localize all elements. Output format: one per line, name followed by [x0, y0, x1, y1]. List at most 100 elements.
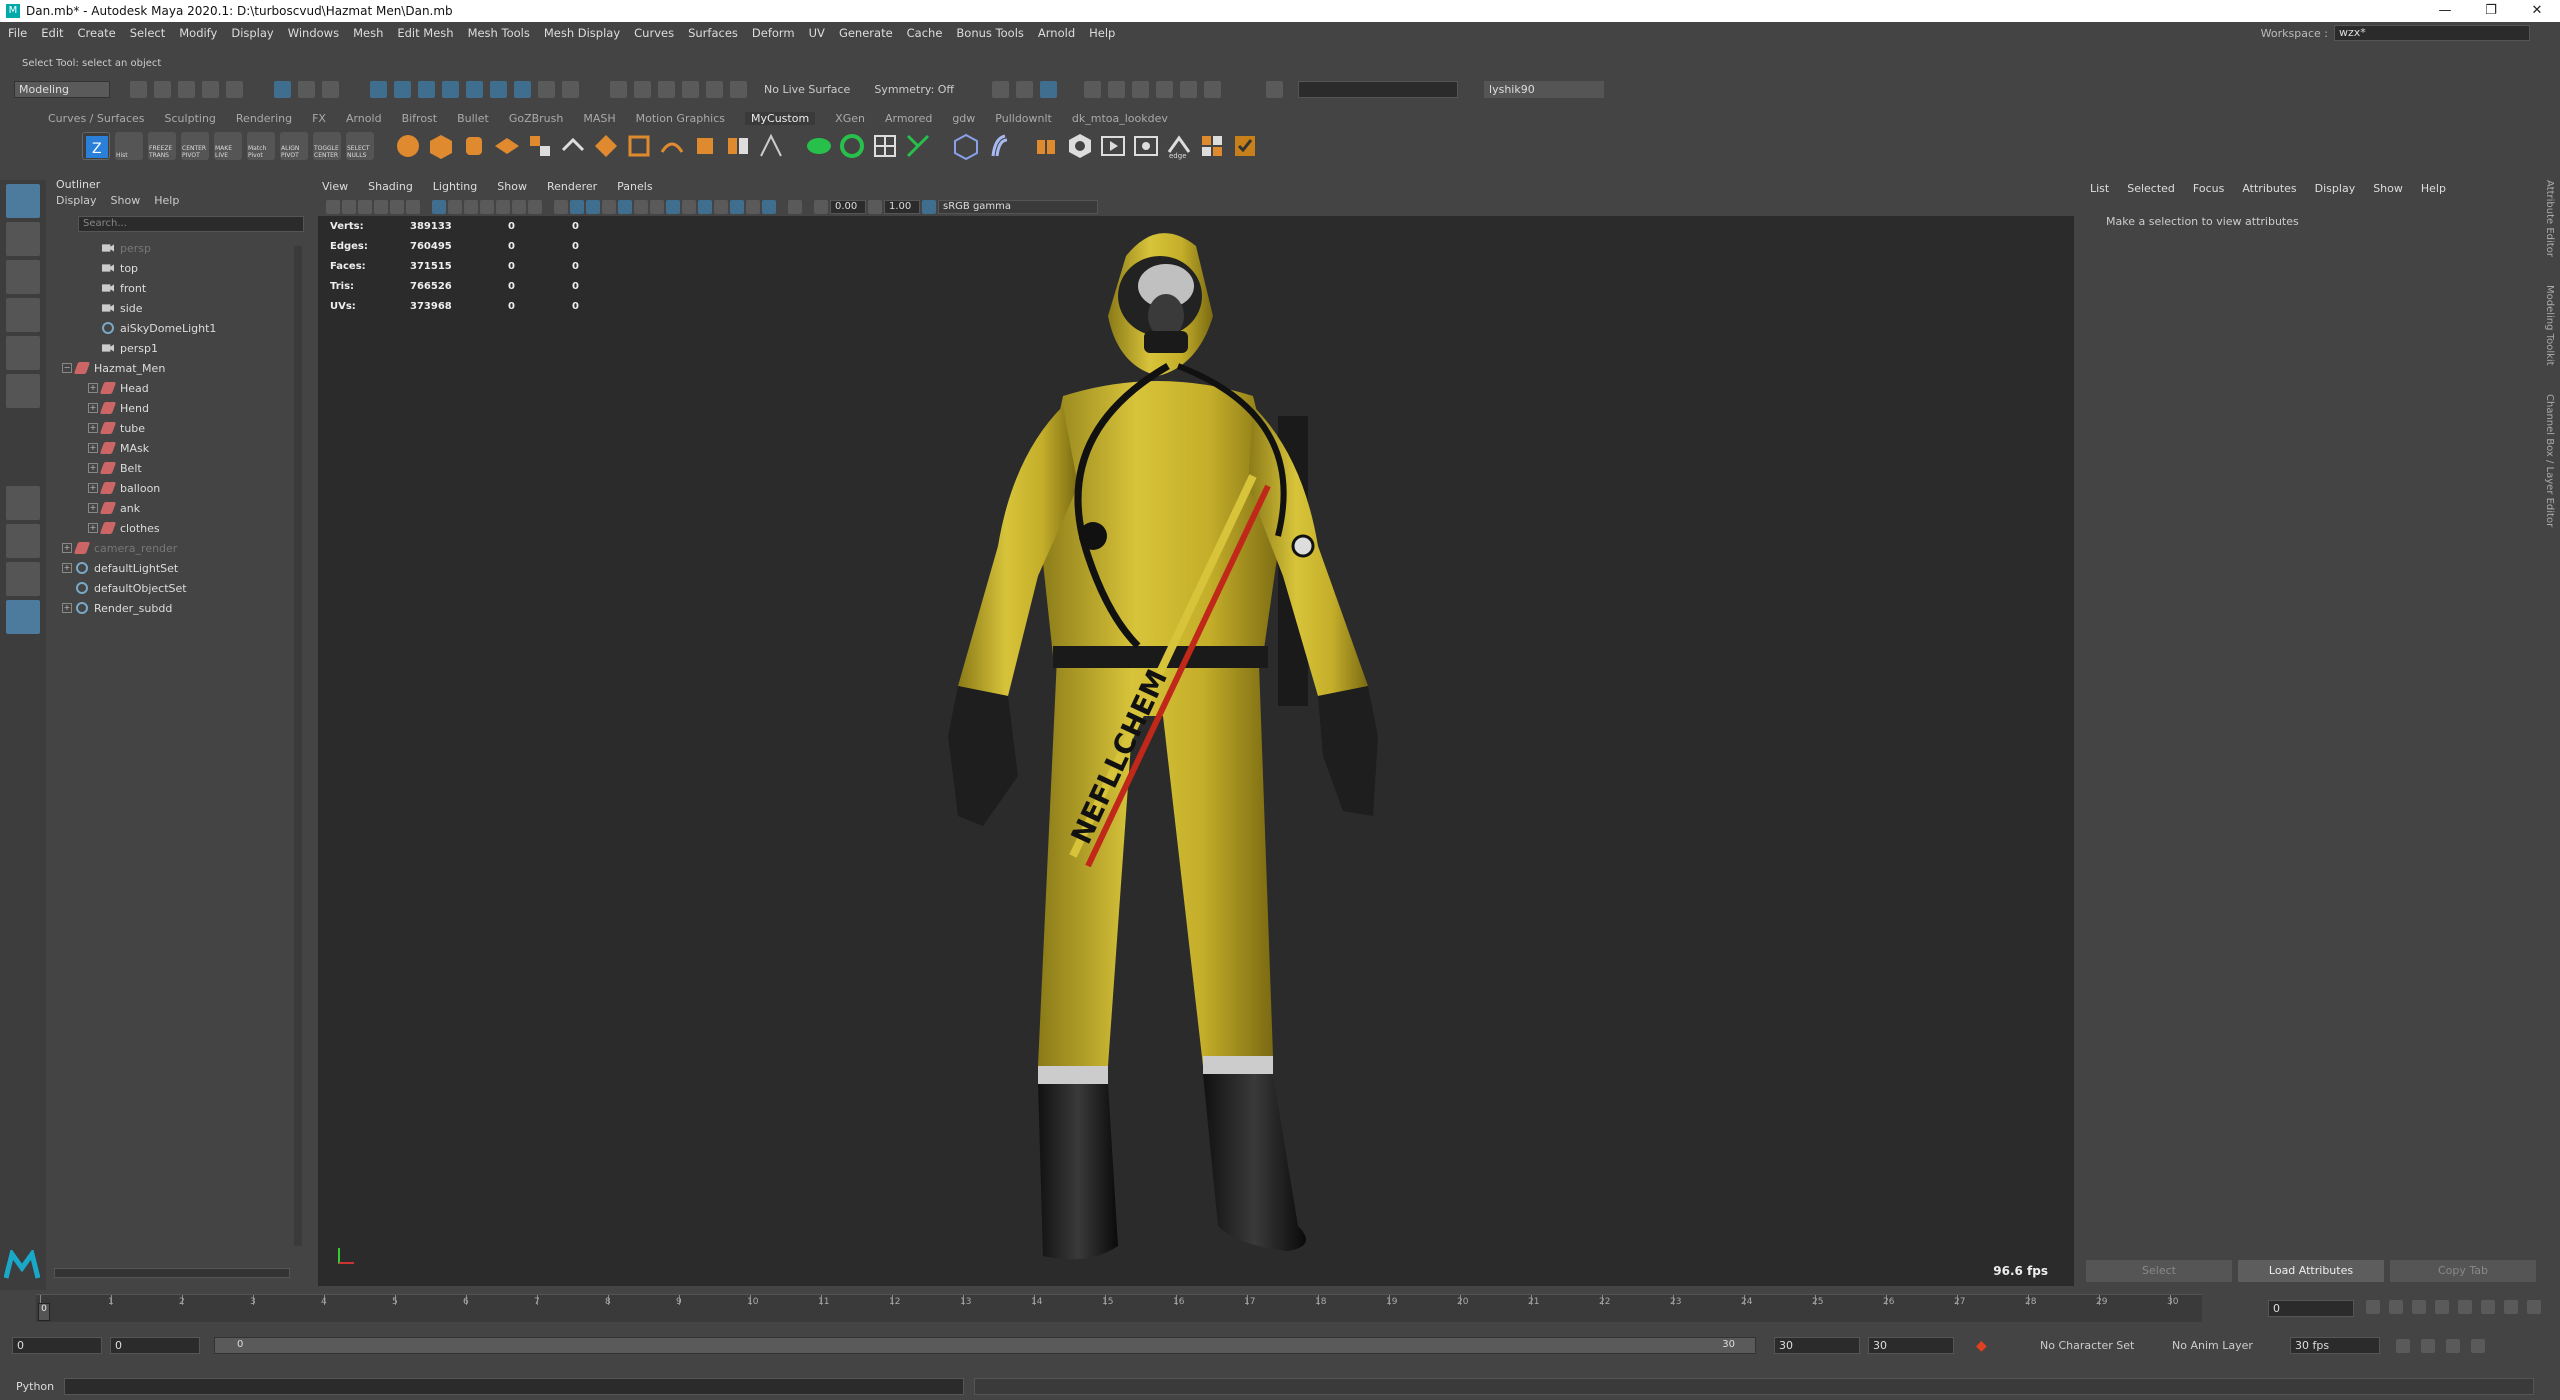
mask-rendering-icon[interactable] — [514, 80, 531, 98]
attr-menu-selected[interactable]: Selected — [2127, 182, 2175, 195]
mask-dynamics-icon[interactable] — [490, 80, 507, 98]
save-scene-icon[interactable] — [178, 80, 195, 98]
menu-mesh-display[interactable]: Mesh Display — [544, 26, 620, 40]
outliner-item[interactable]: persp — [48, 238, 308, 258]
shelf-tab-mycustom[interactable]: MyCustom — [745, 111, 816, 125]
playback-end-field[interactable]: 30 — [1774, 1337, 1860, 1354]
hair-tool-icon[interactable] — [985, 132, 1013, 160]
fill-hole-icon[interactable] — [691, 132, 719, 160]
move-tool-icon[interactable] — [6, 298, 40, 332]
menu-help[interactable]: Help — [1089, 26, 1115, 40]
outliner-item[interactable]: + Head — [48, 378, 308, 398]
camera-eye-icon[interactable] — [1132, 132, 1160, 160]
select-by-hierarchy-icon[interactable] — [274, 80, 291, 98]
sound-icon[interactable] — [2446, 1339, 2460, 1353]
viewport-menu-view[interactable]: View — [322, 180, 348, 193]
outliner-item[interactable]: persp1 — [48, 338, 308, 358]
viewport-menu-renderer[interactable]: Renderer — [547, 180, 597, 193]
exposure-field[interactable]: 0.00 — [830, 199, 866, 214]
go-to-start-icon[interactable] — [2366, 1300, 2380, 1314]
load-attributes-button[interactable]: Load Attributes — [2238, 1260, 2384, 1282]
expand-toggle-icon[interactable]: + — [62, 543, 72, 553]
highlight-selection-icon[interactable] — [562, 80, 579, 98]
snap-vertex-icon[interactable] — [730, 80, 747, 98]
exposure-icon[interactable] — [814, 199, 828, 214]
close-button[interactable]: ✕ — [2514, 0, 2560, 22]
uv-layout-icon[interactable] — [838, 132, 866, 160]
fps-dropdown[interactable]: 30 fps — [2290, 1337, 2380, 1354]
command-input[interactable] — [64, 1377, 964, 1395]
user-account-dropdown[interactable]: lyshik90 — [1484, 80, 1605, 98]
uv-editor-icon[interactable] — [805, 132, 833, 160]
wireframe-on-shaded-icon[interactable] — [602, 199, 616, 214]
separate-icon[interactable] — [559, 132, 587, 160]
sidebar-toggle-icon[interactable] — [1266, 80, 1284, 98]
toggle-center-button[interactable]: TOGGLE CENTER — [313, 132, 341, 160]
use-lights-icon[interactable] — [634, 199, 648, 214]
attr-menu-focus[interactable]: Focus — [2193, 182, 2224, 195]
outliner-item[interactable]: front — [48, 278, 308, 298]
zbrush-goz-icon[interactable]: Z — [82, 132, 110, 160]
expand-toggle-icon[interactable]: + — [62, 563, 72, 573]
menu-modify[interactable]: Modify — [179, 26, 217, 40]
menu-deform[interactable]: Deform — [752, 26, 795, 40]
attr-menu-display[interactable]: Display — [2315, 182, 2356, 195]
shadows-icon[interactable] — [650, 199, 664, 214]
outliner-menu-show[interactable]: Show — [111, 194, 141, 212]
shelf-tab-pulldownlt[interactable]: Pulldownlt — [995, 112, 1052, 125]
grid-settings-icon[interactable] — [1198, 132, 1226, 160]
attr-menu-list[interactable]: List — [2090, 182, 2109, 195]
outliner-item[interactable]: top — [48, 258, 308, 278]
snap-curve-icon[interactable] — [634, 80, 651, 98]
redo-icon[interactable] — [226, 80, 243, 98]
match-pivot-button[interactable]: Match Pivot — [247, 132, 275, 160]
menu-create[interactable]: Create — [78, 26, 116, 40]
screen-space-ao-icon[interactable] — [666, 199, 680, 214]
outliner-item[interactable]: + MAsk — [48, 438, 308, 458]
outliner-item[interactable]: − Hazmat_Men — [48, 358, 308, 378]
tab-modeling-toolkit[interactable]: Modeling Toolkit — [2544, 285, 2555, 366]
edge-tool-icon[interactable]: edge — [1165, 132, 1193, 160]
copy-tab-button[interactable]: Copy Tab — [2390, 1260, 2536, 1282]
shelf-tab-sculpting[interactable]: Sculpting — [165, 112, 216, 125]
outliner-item[interactable]: + ank — [48, 498, 308, 518]
workspace-selector[interactable]: Workspace : wzx* — [2261, 25, 2530, 41]
hypershade-icon[interactable] — [1156, 80, 1174, 98]
shelf-tab-armored[interactable]: Armored — [885, 112, 932, 125]
menu-cache[interactable]: Cache — [907, 26, 943, 40]
grid-toggle-icon[interactable] — [432, 199, 446, 214]
depth-of-field-icon[interactable] — [714, 199, 728, 214]
safe-title-icon[interactable] — [528, 199, 542, 214]
combine-icon[interactable] — [526, 132, 554, 160]
shelf-tab-gozbrush[interactable]: GoZBrush — [509, 112, 564, 125]
viewport-menu-panels[interactable]: Panels — [617, 180, 652, 193]
play-backwards-icon[interactable] — [2435, 1300, 2449, 1314]
select-by-object-icon[interactable] — [298, 80, 315, 98]
expand-toggle-icon[interactable]: + — [88, 463, 98, 473]
poly-cube-icon[interactable] — [427, 132, 455, 160]
select-by-component-icon[interactable] — [322, 80, 339, 98]
menu-edit-mesh[interactable]: Edit Mesh — [397, 26, 453, 40]
outliner-menu-display[interactable]: Display — [56, 194, 97, 212]
film-gate-icon[interactable] — [448, 199, 462, 214]
gamma-icon[interactable] — [868, 199, 882, 214]
image-plane-icon[interactable] — [374, 199, 388, 214]
uv-cut-icon[interactable] — [904, 132, 932, 160]
center-pivot-button[interactable]: CENTER PIVOT — [181, 132, 209, 160]
animation-start-field[interactable]: 0 — [12, 1337, 102, 1354]
smooth-icon[interactable] — [757, 132, 785, 160]
character-set-dropdown[interactable]: No Character Set — [2040, 1339, 2134, 1352]
workspace-dropdown[interactable]: wzx* — [2334, 25, 2530, 41]
make-live-button[interactable]: MAKE LIVE — [214, 132, 242, 160]
lock-selection-icon[interactable] — [538, 80, 555, 98]
shelf-tab-xgen[interactable]: XGen — [835, 112, 865, 125]
tab-attribute-editor[interactable]: Attribute Editor — [2544, 180, 2555, 257]
menu-select[interactable]: Select — [130, 26, 165, 40]
step-back-key-icon[interactable] — [2389, 1300, 2403, 1314]
wireframe-cube-icon[interactable] — [952, 132, 980, 161]
outliner-item[interactable]: + camera_render — [48, 538, 308, 558]
time-slider-track[interactable]: 1 2 3 4 5 6 7 8 9 10 11 12 13 14 15 16 17 18 19 20 21 22 23 24 2… — [36, 1294, 2202, 1322]
search-field[interactable] — [1298, 80, 1459, 98]
shelf-tab-motion-graphics[interactable]: Motion Graphics — [636, 112, 725, 125]
scene-cleanup-icon[interactable] — [1231, 132, 1259, 160]
